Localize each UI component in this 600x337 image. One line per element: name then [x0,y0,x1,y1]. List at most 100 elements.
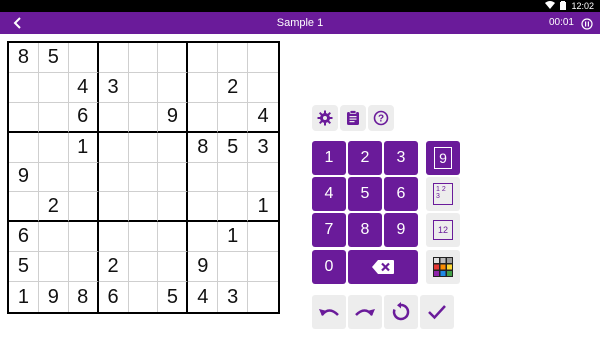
sudoku-cell-r7c6[interactable] [158,222,189,253]
sudoku-cell-r4c6[interactable] [158,132,189,163]
sudoku-cell-r8c2[interactable] [38,252,69,283]
sudoku-cell-r6c2[interactable]: 2 [38,192,69,223]
sudoku-cell-r5c6[interactable] [158,162,189,193]
sudoku-cell-r4c5[interactable] [128,132,159,163]
sudoku-cell-r1c9[interactable] [248,43,278,73]
redo-button[interactable] [348,295,382,329]
sudoku-cell-r5c9[interactable] [248,163,278,193]
sudoku-cell-r9c1[interactable]: 1 [9,282,39,312]
sudoku-cell-r4c8[interactable]: 5 [218,132,249,163]
pencil-mode-button[interactable]: 1 2 3 [426,177,460,211]
sudoku-cell-r2c6[interactable] [158,72,189,103]
sudoku-cell-r5c4[interactable] [98,162,129,193]
sudoku-cell-r9c6[interactable]: 5 [158,282,189,312]
help-button[interactable]: ? [368,105,394,131]
erase-button[interactable] [348,250,418,284]
digit-5-button[interactable]: 5 [348,177,382,211]
sudoku-cell-r8c5[interactable] [128,252,159,283]
sudoku-cell-r9c8[interactable]: 3 [218,282,249,312]
sudoku-cell-r4c1[interactable] [9,132,39,163]
digit-9-button[interactable]: 9 [384,213,418,247]
number-mode-button[interactable]: 12 [426,213,460,247]
sudoku-cell-r5c7[interactable] [188,162,219,193]
digit-4-button[interactable]: 4 [312,177,346,211]
sudoku-cell-r9c5[interactable] [129,282,159,312]
settings-button[interactable] [312,105,338,131]
sudoku-cell-r9c9[interactable] [248,282,278,312]
sudoku-cell-r2c8[interactable]: 2 [218,72,249,103]
sudoku-cell-r7c3[interactable] [68,222,99,253]
sudoku-cell-r9c7[interactable]: 4 [188,282,219,312]
sudoku-cell-r2c3[interactable]: 4 [68,72,99,103]
digit-6-button[interactable]: 6 [384,177,418,211]
digit-1-button[interactable]: 1 [312,141,346,175]
digit-0-button[interactable]: 0 [312,250,346,284]
sudoku-cell-r3c4[interactable] [98,102,129,133]
sudoku-cell-r6c4[interactable] [98,192,129,223]
sudoku-cell-r2c7[interactable] [188,72,219,103]
sudoku-cell-r4c9[interactable]: 3 [248,133,278,163]
sudoku-cell-r3c3[interactable]: 6 [68,102,99,133]
sudoku-cell-r7c4[interactable] [98,222,129,253]
sudoku-cell-r2c4[interactable]: 3 [98,72,129,103]
sudoku-cell-r4c4[interactable] [98,132,129,163]
sudoku-cell-r3c1[interactable] [9,102,39,133]
sudoku-cell-r6c9[interactable]: 1 [248,192,278,223]
back-button[interactable] [8,14,26,32]
sudoku-cell-r2c5[interactable] [128,72,159,103]
restart-button[interactable] [384,295,418,329]
pause-button[interactable] [581,17,593,30]
digit-3-button[interactable]: 3 [384,141,418,175]
sudoku-cell-r5c3[interactable] [68,162,99,193]
sudoku-cell-r1c2[interactable]: 5 [38,43,69,73]
sudoku-cell-r7c2[interactable] [38,222,69,253]
sudoku-cell-r6c5[interactable] [128,192,159,223]
check-button[interactable] [420,295,454,329]
sudoku-cell-r8c6[interactable] [158,252,189,283]
sudoku-cell-r1c6[interactable] [158,43,189,73]
sudoku-cell-r9c2[interactable]: 9 [39,282,69,312]
sudoku-cell-r8c1[interactable]: 5 [9,252,39,283]
sudoku-cell-r6c6[interactable] [158,192,189,223]
sudoku-cell-r3c2[interactable] [38,102,69,133]
sudoku-cell-r7c9[interactable] [248,222,278,253]
sudoku-cell-r3c5[interactable] [128,102,159,133]
big-number-mode-button[interactable]: 9 [426,141,460,175]
sudoku-cell-r3c6[interactable]: 9 [158,102,189,133]
sudoku-cell-r8c8[interactable] [218,252,249,283]
undo-button[interactable] [312,295,346,329]
clipboard-button[interactable] [340,105,366,131]
sudoku-cell-r7c8[interactable]: 1 [218,222,249,253]
sudoku-cell-r5c2[interactable] [38,162,69,193]
sudoku-cell-r5c8[interactable] [218,162,249,193]
sudoku-cell-r8c7[interactable]: 9 [188,252,219,283]
sudoku-cell-r9c4[interactable]: 6 [99,282,129,312]
sudoku-cell-r5c1[interactable]: 9 [9,162,39,193]
digit-7-button[interactable]: 7 [312,213,346,247]
sudoku-cell-r8c9[interactable] [248,252,278,283]
sudoku-cell-r3c7[interactable] [188,102,219,133]
sudoku-cell-r8c3[interactable] [68,252,99,283]
sudoku-cell-r2c1[interactable] [9,72,39,103]
digit-8-button[interactable]: 8 [348,213,382,247]
sudoku-cell-r6c7[interactable] [188,192,219,223]
digit-2-button[interactable]: 2 [348,141,382,175]
sudoku-cell-r1c3[interactable] [68,43,99,73]
sudoku-cell-r4c3[interactable]: 1 [68,132,99,163]
sudoku-cell-r7c5[interactable] [128,222,159,253]
sudoku-cell-r1c1[interactable]: 8 [9,43,39,73]
sudoku-cell-r6c1[interactable] [9,192,39,223]
sudoku-cell-r1c5[interactable] [128,43,159,73]
sudoku-cell-r7c1[interactable]: 6 [9,222,39,253]
color-mode-button[interactable] [426,250,460,284]
sudoku-cell-r5c5[interactable] [128,162,159,193]
sudoku-cell-r2c2[interactable] [38,72,69,103]
sudoku-cell-r9c3[interactable]: 8 [69,282,99,312]
sudoku-cell-r6c8[interactable] [218,192,249,223]
sudoku-cell-r2c9[interactable] [248,73,278,103]
sudoku-cell-r1c4[interactable] [98,43,129,73]
sudoku-cell-r6c3[interactable] [68,192,99,223]
sudoku-cell-r3c8[interactable] [218,102,249,133]
sudoku-cell-r3c9[interactable]: 4 [248,103,278,133]
sudoku-cell-r1c8[interactable] [218,43,249,73]
